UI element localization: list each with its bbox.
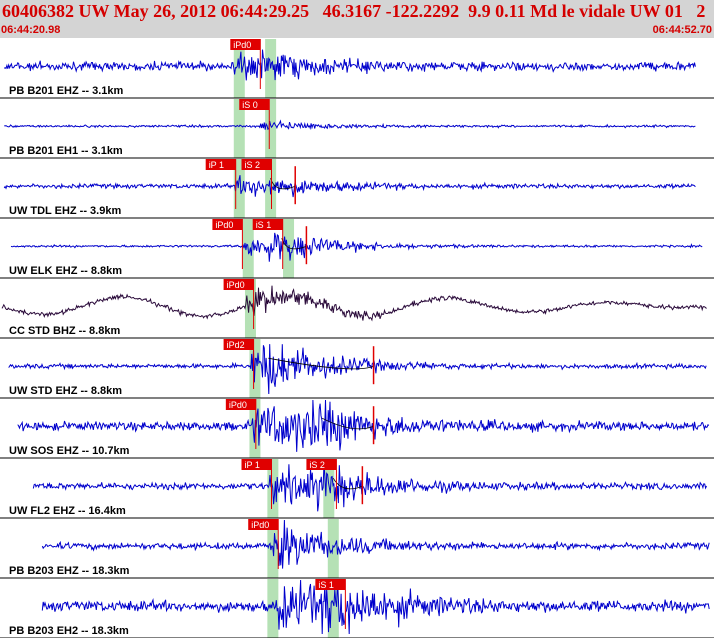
pick-label: iS 1	[256, 220, 272, 230]
pick-label: iS 1	[318, 580, 334, 590]
channel-label: PB B203 EHZ -- 18.3km	[9, 565, 130, 577]
waveform	[3, 49, 696, 81]
waveform	[4, 119, 696, 131]
channel-label: PB B203 EH2 -- 18.3km	[9, 625, 129, 637]
pick-label: iS 0	[242, 100, 258, 110]
channel-label: CC STD BHZ -- 8.8km	[9, 325, 120, 337]
trace-4: iPd0 iS 1 UW ELK EHZ -- 8.8km	[0, 219, 714, 279]
waveform	[41, 519, 710, 569]
trace-3: iP 1 iS 2 UW TDL EHZ -- 3.9km	[0, 159, 714, 219]
pick-label: iPd0	[215, 220, 233, 230]
seismogram-panel: iPd0 PB B201 EHZ -- 3.1km iS 0 PB B201 EH1 …	[0, 39, 714, 638]
trace-6: iPd2 UW STD EHZ -- 8.8km	[0, 339, 714, 399]
pick-label: iS 2	[309, 460, 325, 470]
channel-label: UW TDL EHZ -- 3.9km	[9, 205, 121, 217]
event-header: 60406382 UW May 26, 2012 06:44:29.25 46.…	[0, 0, 714, 38]
channel-label: UW STD EHZ -- 8.8km	[9, 385, 122, 397]
end-time-label: 06:44:52.70	[652, 24, 712, 36]
channel-label: PB B201 EH1 -- 3.1km	[9, 145, 123, 157]
waveform	[10, 232, 703, 262]
trace-2: iS 0 PB B201 EH1 -- 3.1km	[0, 99, 714, 159]
trace-5: iPd0 CC STD BHZ -- 8.8km	[0, 279, 714, 339]
pick-label: iPd0	[229, 400, 247, 410]
start-time-label: 06:44:20.98	[1, 24, 61, 36]
channel-label: UW FL2 EHZ -- 16.4km	[9, 505, 126, 517]
waveform	[32, 463, 707, 512]
waveform	[1, 285, 707, 322]
pick-label: iPd0	[233, 40, 251, 50]
trace-7: iPd0 UW SOS EHZ -- 10.7km	[0, 399, 714, 459]
channel-label: UW SOS EHZ -- 10.7km	[9, 445, 130, 457]
event-title: 60406382 UW May 26, 2012 06:44:29.25 46.…	[2, 1, 706, 21]
pick-label: iP 1	[209, 160, 224, 170]
pick-label: iPd0	[227, 280, 245, 290]
waveform	[3, 175, 696, 198]
trace-10: iS 1 PB B203 EH2 -- 18.3km	[0, 579, 714, 638]
waveform	[41, 579, 710, 635]
channel-label: UW ELK EHZ -- 8.8km	[9, 265, 122, 277]
trace-9: iPd0 PB B203 EHZ -- 18.3km	[0, 519, 714, 579]
pick-label: iPd2	[227, 340, 245, 350]
pick-label: iS 2	[245, 160, 261, 170]
trace-8: iP 1 iS 2 UW FL2 EHZ -- 16.4km	[0, 459, 714, 519]
trace-1: iPd0 PB B201 EHZ -- 3.1km	[0, 39, 714, 99]
channel-label: PB B201 EHZ -- 3.1km	[9, 85, 124, 97]
pick-label: iPd0	[251, 520, 269, 530]
pick-label: iP 1	[245, 460, 260, 470]
